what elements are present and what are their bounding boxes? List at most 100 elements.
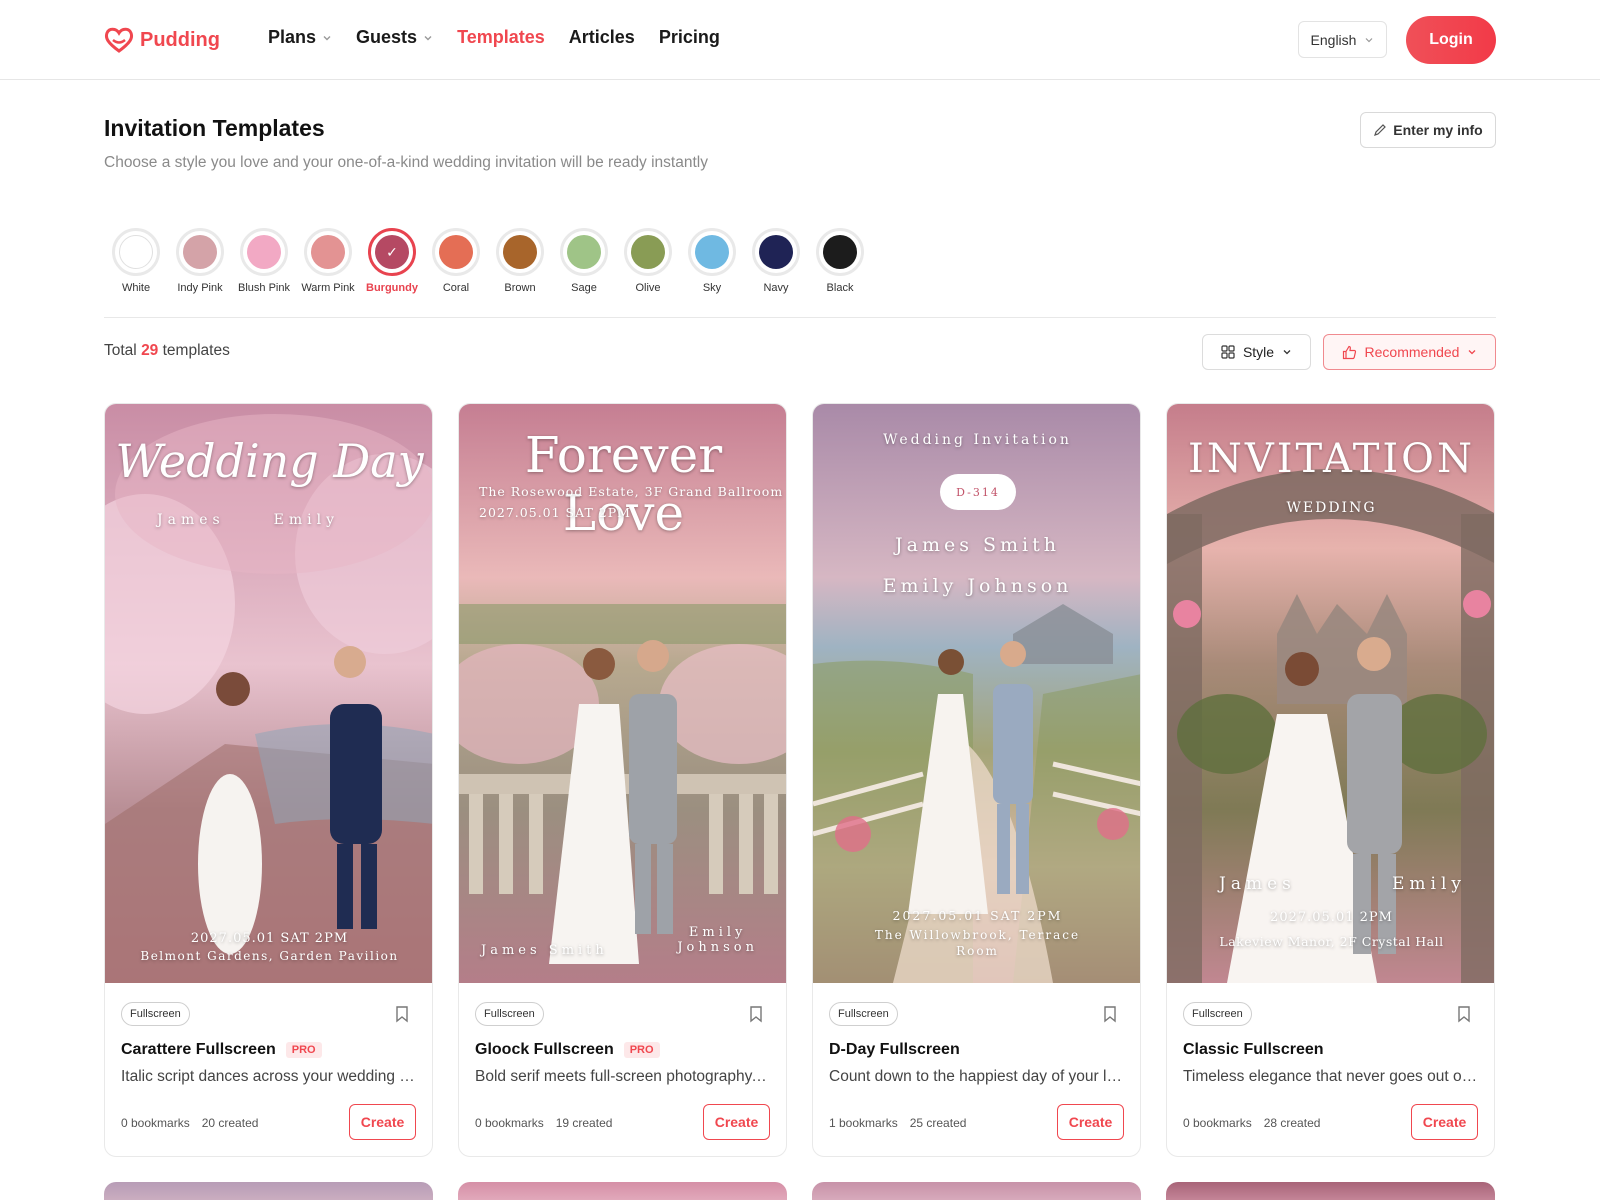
template-name: Classic Fullscreen [1183,1041,1324,1059]
bookmark-icon[interactable] [394,1005,410,1023]
template-description: Italic script dances across your wedding… [121,1068,417,1085]
dday-badge: D-314 [940,474,1016,510]
template-card-peek[interactable] [812,1182,1141,1200]
color-swatch-ring [496,228,544,276]
nav-articles[interactable]: Articles [569,27,635,48]
card-overlay-bride: Emily Johnson [882,575,1073,597]
sort-label: Recommended [1364,344,1460,360]
color-swatch-white[interactable]: White [104,228,168,294]
total-suffix: templates [162,342,230,359]
enter-info-button[interactable]: Enter my info [1360,112,1496,148]
color-swatch-dot [439,235,473,269]
page-title: Invitation Templates [104,115,325,141]
brand-logo[interactable]: Pudding [104,25,220,55]
card-overlay-groom: James [1219,874,1296,894]
create-button[interactable]: Create [1411,1104,1478,1140]
chevron-down-icon [1469,350,1476,355]
card-overlay-bride: Emily Johnson [677,925,758,955]
color-swatch-label: Brown [504,282,536,294]
color-swatch-burgundy[interactable]: ✓ Burgundy [360,228,424,294]
color-swatch-ring [816,228,864,276]
created-count: 25 created [909,1116,967,1130]
color-swatch-coral[interactable]: Coral [424,228,488,294]
pencil-icon [1374,124,1387,136]
chevron-down-icon [1366,37,1373,42]
color-swatch-sky[interactable]: Sky [680,228,744,294]
card-overlay-date: 2027.05.01 SAT 2PM [892,908,1063,923]
template-name: Carattere Fullscreen PRO [121,1041,322,1059]
color-swatch-dot [631,235,665,269]
color-swatch-ring [688,228,736,276]
color-swatch-label: Burgundy [366,282,418,294]
template-name: Gloock Fullscreen PRO [475,1041,660,1059]
color-swatch-dot [567,235,601,269]
color-swatch-warm-pink[interactable]: Warm Pink [296,228,360,294]
card-overlay-headline: INVITATION [1188,436,1475,482]
bookmark-count: 0 bookmarks [475,1116,544,1130]
style-label: Style [1242,344,1275,360]
template-card[interactable]: INVITATION WEDDING James Emily 2027.05.0… [1166,403,1495,1157]
card-overlay-date: 2027.05.01 2PM [1270,910,1393,925]
card-overlay-bride-first: Emily [688,925,747,940]
template-preview-image[interactable]: INVITATION WEDDING James Emily 2027.05.0… [1167,404,1494,983]
pro-badge: PRO [285,1042,322,1058]
color-swatch-dot [503,235,537,269]
color-swatch-navy[interactable]: Navy [744,228,808,294]
card-overlay-groom: James [157,512,225,528]
color-swatch-label: Warm Pink [301,282,355,294]
nav-guests[interactable]: Guests [356,27,433,48]
bookmark-icon[interactable] [748,1005,764,1023]
template-card-peek[interactable] [1166,1182,1495,1200]
color-swatch-ring [240,228,288,276]
nav-articles-label: Articles [568,27,635,47]
nav-templates[interactable]: Templates [457,27,545,48]
color-swatch-olive[interactable]: Olive [616,228,680,294]
style-filter-button[interactable]: Style [1202,334,1311,370]
color-swatch-dot [119,235,153,269]
card-overlay-bride: Emily [273,512,339,528]
template-card[interactable]: Forever Love The Rosewood Estate, 3F Gra… [458,403,787,1157]
bookmark-icon[interactable] [1102,1005,1118,1023]
color-swatch-label: Olive [635,282,661,294]
color-swatch-label: Blush Pink [238,282,290,294]
bookmark-icon[interactable] [1456,1005,1472,1023]
template-preview-image[interactable]: Forever Love The Rosewood Estate, 3F Gra… [459,404,786,983]
color-swatch-sage[interactable]: Sage [552,228,616,294]
nav-pricing[interactable]: Pricing [659,27,720,48]
fullscreen-badge: Fullscreen [121,1002,190,1026]
template-card[interactable]: Wedding Day James Emily 2027.05.01 SAT 2… [104,403,433,1157]
language-value: English [1310,31,1357,48]
pro-badge: PRO [623,1042,660,1058]
color-swatch-blush-pink[interactable]: Blush Pink [232,228,296,294]
bookmark-count: 0 bookmarks [1183,1116,1252,1130]
login-button[interactable]: Login [1406,16,1496,64]
color-swatch-ring [112,228,160,276]
card-overlay-venue-line1: The Willowbrook, Terrace [874,928,1081,942]
create-button[interactable]: Create [349,1104,416,1140]
bookmark-count: 1 bookmarks [829,1116,898,1130]
template-stats: 0 bookmarks 19 created [475,1116,612,1130]
sort-button[interactable]: Recommended [1323,334,1496,370]
template-preview-image[interactable]: Wedding Invitation D-314 James Smith Emi… [813,404,1140,983]
template-name-label: Classic Fullscreen [1183,1041,1324,1058]
template-card-peek[interactable] [458,1182,787,1200]
create-button[interactable]: Create [1057,1104,1124,1140]
template-stats: 1 bookmarks 25 created [829,1116,966,1130]
card-overlay-venue-line2: Room [956,944,999,958]
template-stats: 0 bookmarks 20 created [121,1116,258,1130]
nav-plans-label: Plans [268,27,317,47]
nav-plans[interactable]: Plans [268,27,332,48]
template-card-peek[interactable] [104,1182,433,1200]
color-filter: White Indy Pink Blush Pink Warm Pink ✓ Burgun… [104,228,872,294]
create-button[interactable]: Create [703,1104,770,1140]
color-swatch-black[interactable]: Black [808,228,872,294]
color-swatch-indy-pink[interactable]: Indy Pink [168,228,232,294]
color-swatch-brown[interactable]: Brown [488,228,552,294]
template-name-label: Gloock Fullscreen [475,1041,614,1058]
template-preview-image[interactable]: Wedding Day James Emily 2027.05.01 SAT 2… [105,404,432,983]
language-select[interactable]: English [1298,21,1387,58]
template-card[interactable]: Wedding Invitation D-314 James Smith Emi… [812,403,1141,1157]
color-swatch-dot [183,235,217,269]
color-swatch-ring [432,228,480,276]
color-swatch-dot [695,235,729,269]
